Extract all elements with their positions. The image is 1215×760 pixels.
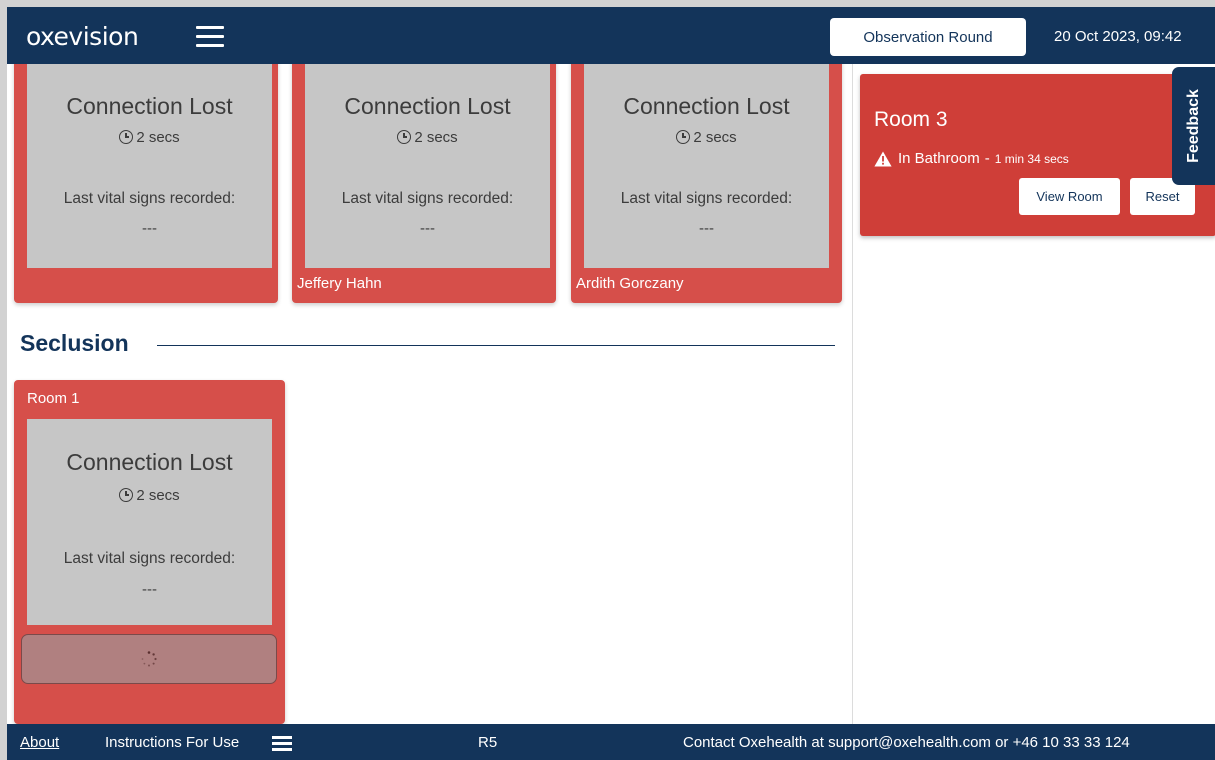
last-vital-signs-label: Last vital signs recorded:: [620, 190, 793, 207]
footer-bar: About Instructions For Use R5 Contact Ox…: [7, 724, 1215, 760]
clock-icon: [397, 130, 412, 144]
last-vital-signs-label: Last vital signs recorded:: [341, 190, 514, 207]
elapsed-time: 2 secs: [305, 129, 550, 146]
clock-icon: [119, 488, 134, 502]
patient-name: Jeffery Hahn: [297, 275, 382, 292]
last-vital-signs-value: ---: [420, 220, 435, 237]
room-card[interactable]: Connection Lost 2 secs Last vital signs …: [14, 64, 278, 303]
last-vital-signs-label: Last vital signs recorded:: [63, 190, 236, 207]
alert-separator: -: [984, 150, 990, 167]
elapsed-time: 2 secs: [584, 129, 829, 146]
connection-lost-label: Connection Lost: [344, 93, 511, 119]
last-vital-signs-label: Last vital signs recorded:: [63, 550, 236, 567]
top-header: oxevision Observation Round 20 Oct 2023,…: [7, 7, 1215, 64]
last-vital-signs-value: ---: [142, 581, 157, 598]
version-label: R5: [478, 734, 498, 751]
view-room-button[interactable]: View Room: [1019, 178, 1120, 215]
clock-icon: [676, 130, 691, 144]
connection-lost-label: Connection Lost: [623, 93, 790, 119]
camera-view-placeholder: Connection Lost 2 secs Last vital signs …: [27, 419, 272, 625]
oxevision-logo: oxevision: [26, 22, 139, 51]
room-grid: Connection Lost 2 secs Last vital signs …: [7, 64, 852, 724]
alert-card[interactable]: Room 3 In Bathroom - 1 min 34 secs View …: [860, 74, 1215, 236]
loading-button[interactable]: [21, 634, 277, 684]
warning-icon: [874, 151, 892, 166]
room-card[interactable]: Connection Lost 2 secs Last vital signs …: [292, 64, 556, 303]
room-label: Room 1: [27, 390, 80, 407]
patient-name: Ardith Gorczany: [576, 275, 684, 292]
current-datetime: 20 Oct 2023, 09:42: [1054, 28, 1182, 45]
alert-room-name: Room 3: [874, 108, 948, 131]
camera-view-placeholder: Connection Lost 2 secs Last vital signs …: [27, 64, 272, 268]
app-window: oxevision Observation Round 20 Oct 2023,…: [7, 7, 1215, 760]
connection-lost-label: Connection Lost: [66, 93, 233, 119]
section-title-seclusion: Seclusion: [20, 330, 129, 356]
feedback-tab[interactable]: Feedback: [1172, 67, 1215, 185]
alert-status-text: In Bathroom: [898, 150, 980, 167]
last-vital-signs-value: ---: [699, 220, 714, 237]
instructions-for-use-link[interactable]: Instructions For Use: [105, 734, 239, 751]
instructions-menu-icon[interactable]: [272, 736, 292, 751]
alert-duration: 1 min 34 secs: [994, 151, 1069, 166]
camera-view-placeholder: Connection Lost 2 secs Last vital signs …: [305, 64, 550, 268]
hamburger-menu-icon[interactable]: [196, 26, 224, 48]
contact-info: Contact Oxehealth at support@oxehealth.c…: [683, 734, 1130, 751]
elapsed-time: 2 secs: [27, 129, 272, 146]
observation-round-button[interactable]: Observation Round: [830, 18, 1026, 56]
connection-lost-label: Connection Lost: [66, 449, 233, 475]
last-vital-signs-value: ---: [142, 220, 157, 237]
alerts-panel: Room 3 In Bathroom - 1 min 34 secs View …: [852, 64, 1215, 724]
elapsed-time: 2 secs: [27, 487, 272, 504]
room-card[interactable]: Connection Lost 2 secs Last vital signs …: [571, 64, 842, 303]
about-link[interactable]: About: [20, 734, 59, 751]
feedback-label: Feedback: [1184, 89, 1202, 163]
camera-view-placeholder: Connection Lost 2 secs Last vital signs …: [584, 64, 829, 268]
room-card-seclusion[interactable]: Room 1 Connection Lost 2 secs Last vital…: [14, 380, 285, 724]
loading-spinner-icon: [141, 651, 157, 667]
section-divider: [157, 345, 835, 346]
alert-status: In Bathroom - 1 min 34 secs: [874, 150, 1069, 167]
clock-icon: [119, 130, 134, 144]
